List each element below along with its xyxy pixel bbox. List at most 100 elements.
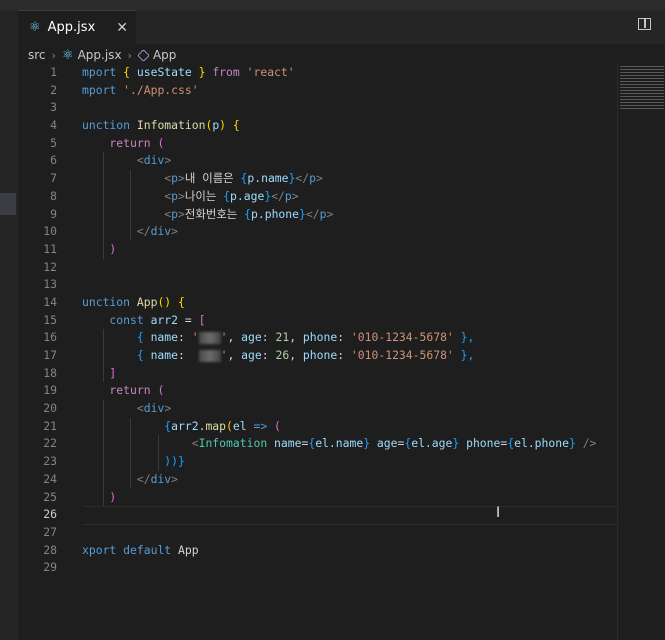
indent-guide xyxy=(103,470,104,489)
code-line[interactable]: 17 { name: ', age: 26, phone: '010-1234-… xyxy=(0,347,618,365)
indent-guide xyxy=(130,187,131,206)
code-line[interactable]: 15 const arr2 = [ xyxy=(0,312,618,330)
code-token: return xyxy=(82,135,158,150)
code-token: > xyxy=(291,188,299,203)
code-line[interactable]: 19 return ( xyxy=(0,382,618,400)
code-token: ) xyxy=(82,241,117,256)
line-number: 8 xyxy=(50,188,57,203)
code-token: > xyxy=(164,153,172,168)
code-line[interactable]: 12 xyxy=(0,259,618,277)
line-content: unction Infomation(p) { xyxy=(82,117,240,135)
code-token: p xyxy=(309,171,316,186)
code-line[interactable]: 23 ))} xyxy=(0,453,618,471)
code-line[interactable]: 3 xyxy=(0,99,618,117)
code-line[interactable]: 5 return ( xyxy=(0,135,618,153)
code-token: ( xyxy=(157,383,165,398)
code-token: App xyxy=(136,294,158,309)
code-token: mport xyxy=(82,65,124,79)
line-number: 15 xyxy=(43,312,57,327)
code-token: : xyxy=(261,348,276,362)
code-token: el.age xyxy=(411,436,453,451)
code-token: }, xyxy=(453,348,475,362)
line-number: 21 xyxy=(43,418,57,433)
code-token: < xyxy=(82,188,172,203)
code-token: default xyxy=(123,542,179,557)
code-token: div xyxy=(143,153,165,168)
indent-guide xyxy=(103,400,104,418)
code-line[interactable]: 20 <div> xyxy=(0,400,618,418)
code-line[interactable]: 21 {arr2.map(el => ( xyxy=(0,417,618,436)
code-token: const xyxy=(82,312,151,327)
code-token: ) xyxy=(82,489,117,504)
code-token: { xyxy=(123,65,137,79)
line-content: <div> xyxy=(82,400,171,418)
indent-guide xyxy=(130,205,131,224)
code-token: return xyxy=(82,383,158,398)
line-number: 22 xyxy=(43,436,57,451)
code-line[interactable]: 18 ] xyxy=(0,364,618,383)
indent-guide xyxy=(130,417,131,436)
chevron-right-icon: › xyxy=(51,48,56,62)
code-token: ))} xyxy=(82,454,185,469)
close-icon[interactable]: ✕ xyxy=(116,20,128,36)
indent-guide xyxy=(103,488,104,507)
code-token: : xyxy=(178,330,192,345)
tab-app-jsx[interactable]: ⚛ App.jsx ✕ xyxy=(18,10,136,44)
line-content: { name: ' ', age: 21, phone: '010-1234-56… xyxy=(82,329,475,347)
breadcrumb-symbol[interactable]: App xyxy=(153,48,176,62)
code-line[interactable]: 26 xyxy=(0,506,618,525)
minimap[interactable] xyxy=(617,64,665,640)
code-line[interactable]: 28 xport default App xyxy=(0,542,618,560)
code-line[interactable]: 10 </div> xyxy=(0,223,618,241)
react-icon: ⚛ xyxy=(29,20,41,35)
code-token: useState xyxy=(136,65,192,79)
code-line[interactable]: 29 xyxy=(0,559,618,577)
code-line[interactable]: 13 xyxy=(0,276,618,294)
line-content: ))} xyxy=(82,453,185,471)
line-number: 1 xyxy=(50,65,57,79)
code-token: { xyxy=(226,118,240,133)
code-line[interactable]: 1 mport { useState } from 'react' xyxy=(0,64,618,82)
code-token: el.phone xyxy=(514,436,569,451)
code-token: , xyxy=(289,330,303,345)
line-content: mport './App.css' xyxy=(82,82,199,100)
code-line[interactable]: 11 ) xyxy=(0,240,618,259)
indent-guide xyxy=(103,364,104,383)
line-content: <p>전화번호는 {p.phone}</p> xyxy=(82,206,333,224)
code-line[interactable]: 22 <Infomation name={el.name} age={el.ag… xyxy=(0,435,618,454)
code-line[interactable]: 14 unction App() { xyxy=(0,294,618,312)
code-line[interactable]: 16 { name: ' ', age: 21, phone: '010-1234… xyxy=(0,329,618,347)
line-number: 16 xyxy=(43,330,57,345)
code-token: { xyxy=(82,418,172,433)
code-token: : xyxy=(337,330,351,345)
line-number: 26 xyxy=(43,507,57,522)
code-line[interactable]: 2 mport './App.css' xyxy=(0,82,618,100)
line-number: 25 xyxy=(43,489,57,504)
line-number: 3 xyxy=(50,100,57,115)
line-number: 6 xyxy=(50,153,57,168)
cube-icon xyxy=(137,48,150,62)
code-token: ) xyxy=(219,118,227,133)
code-line[interactable]: 6 <div> xyxy=(0,152,618,171)
code-token: { xyxy=(244,206,251,221)
code-line[interactable]: 8 <p>나이는 {p.age}</p> xyxy=(0,187,618,206)
code-line[interactable]: 7 <p>내 이름은 {p.name}</p> xyxy=(0,170,618,188)
indent-guide xyxy=(103,329,104,347)
split-editor-icon[interactable] xyxy=(638,18,651,30)
breadcrumb-file[interactable]: App.jsx xyxy=(78,48,122,62)
code-line[interactable]: 27 xyxy=(0,524,618,542)
code-line[interactable]: 9 <p>전화번호는 {p.phone}</p> xyxy=(0,205,618,224)
code-editor[interactable]: 1 mport { useState } from 'react' 2 mport '… xyxy=(0,64,618,577)
code-line[interactable]: 24 </div> xyxy=(0,470,618,489)
text-cursor-icon: I xyxy=(496,505,501,521)
line-content: const arr2 = [ xyxy=(82,312,205,330)
code-token: mport xyxy=(82,82,124,97)
code-line[interactable]: 25 ) xyxy=(0,488,618,507)
line-number: 13 xyxy=(43,277,57,292)
code-token: { xyxy=(223,188,231,203)
code-line[interactable]: 4 unction Infomation(p) { xyxy=(0,117,618,135)
redacted-text xyxy=(198,331,221,344)
code-token: > xyxy=(178,171,185,186)
breadcrumb-src[interactable]: src xyxy=(28,48,46,62)
code-token: age xyxy=(370,436,398,451)
